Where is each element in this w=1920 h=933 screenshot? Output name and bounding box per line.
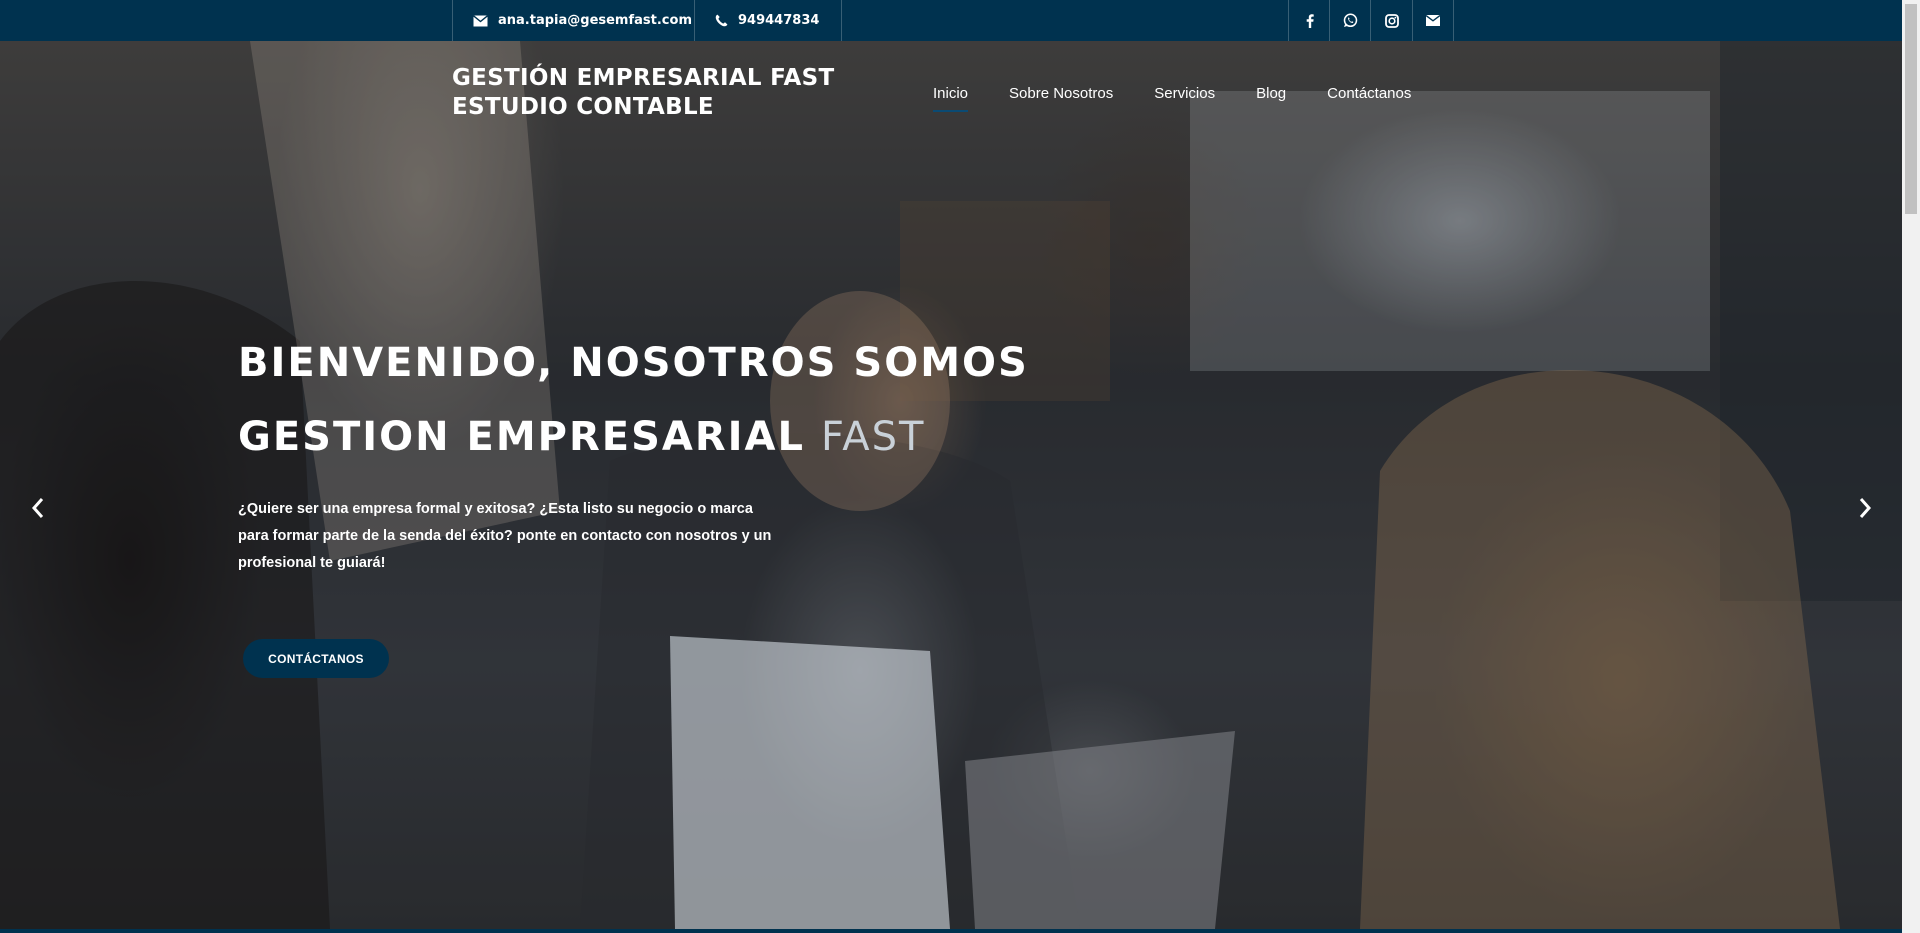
scrollbar-thumb[interactable] — [1905, 4, 1917, 214]
instagram-icon — [1384, 13, 1399, 28]
brand-line-2: ESTUDIO CONTABLE — [452, 94, 714, 120]
headline-line-1: BIENVENIDO, NOSOTROS SOMOS — [238, 340, 1029, 386]
page-scrollbar[interactable] — [1902, 0, 1920, 933]
chevron-right-icon — [1858, 497, 1872, 523]
headline-accent: FAST — [820, 414, 926, 460]
section-divider — [0, 929, 1902, 933]
contact-button[interactable]: CONTÁCTANOS — [243, 639, 389, 678]
chevron-left-icon — [31, 497, 45, 523]
nav-item-sobre-nosotros[interactable]: Sobre Nosotros — [1009, 85, 1113, 102]
email-contact[interactable]: ana.tapia@gesemfast.com — [452, 0, 714, 41]
instagram-link[interactable] — [1370, 0, 1412, 41]
hero-slider: GESTIÓN EMPRESARIAL FAST ESTUDIO CONTABL… — [0, 41, 1902, 929]
whatsapp-link[interactable] — [1329, 0, 1371, 41]
main-nav: Inicio Sobre Nosotros Servicios Blog Con… — [933, 85, 1452, 112]
whatsapp-icon — [1343, 13, 1358, 28]
slider-next-button[interactable] — [1855, 495, 1875, 525]
headline-main: GESTION EMPRESARIAL — [238, 414, 806, 460]
envelope-icon — [1426, 15, 1440, 26]
email-text: ana.tapia@gesemfast.com — [498, 13, 692, 28]
nav-item-contactanos[interactable]: Contáctanos — [1327, 85, 1411, 102]
top-bar: ana.tapia@gesemfast.com 949447834 — [0, 0, 1902, 41]
hero-lede: ¿Quiere ser una empresa formal y exitosa… — [238, 501, 772, 571]
site-brand[interactable]: GESTIÓN EMPRESARIAL FAST ESTUDIO CONTABL… — [452, 64, 835, 122]
nav-item-blog[interactable]: Blog — [1256, 85, 1286, 102]
facebook-link[interactable] — [1288, 0, 1330, 41]
phone-text: 949447834 — [738, 13, 820, 28]
envelope-icon — [473, 14, 488, 27]
phone-icon — [715, 14, 728, 27]
phone-contact[interactable]: 949447834 — [694, 0, 843, 41]
mail-link[interactable] — [1412, 0, 1454, 41]
nav-item-inicio[interactable]: Inicio — [933, 85, 969, 112]
slider-prev-button[interactable] — [28, 495, 48, 525]
brand-line-1: GESTIÓN EMPRESARIAL FAST — [452, 65, 835, 91]
hero-content: BIENVENIDO, NOSOTROS SOMOS GESTION EMPRE… — [238, 326, 1029, 678]
hero-headline: BIENVENIDO, NOSOTROS SOMOS GESTION EMPRE… — [238, 326, 1029, 474]
nav-item-servicios[interactable]: Servicios — [1154, 85, 1215, 102]
headline-line-2: GESTION EMPRESARIAL FAST — [238, 400, 1029, 474]
facebook-icon — [1306, 13, 1314, 28]
